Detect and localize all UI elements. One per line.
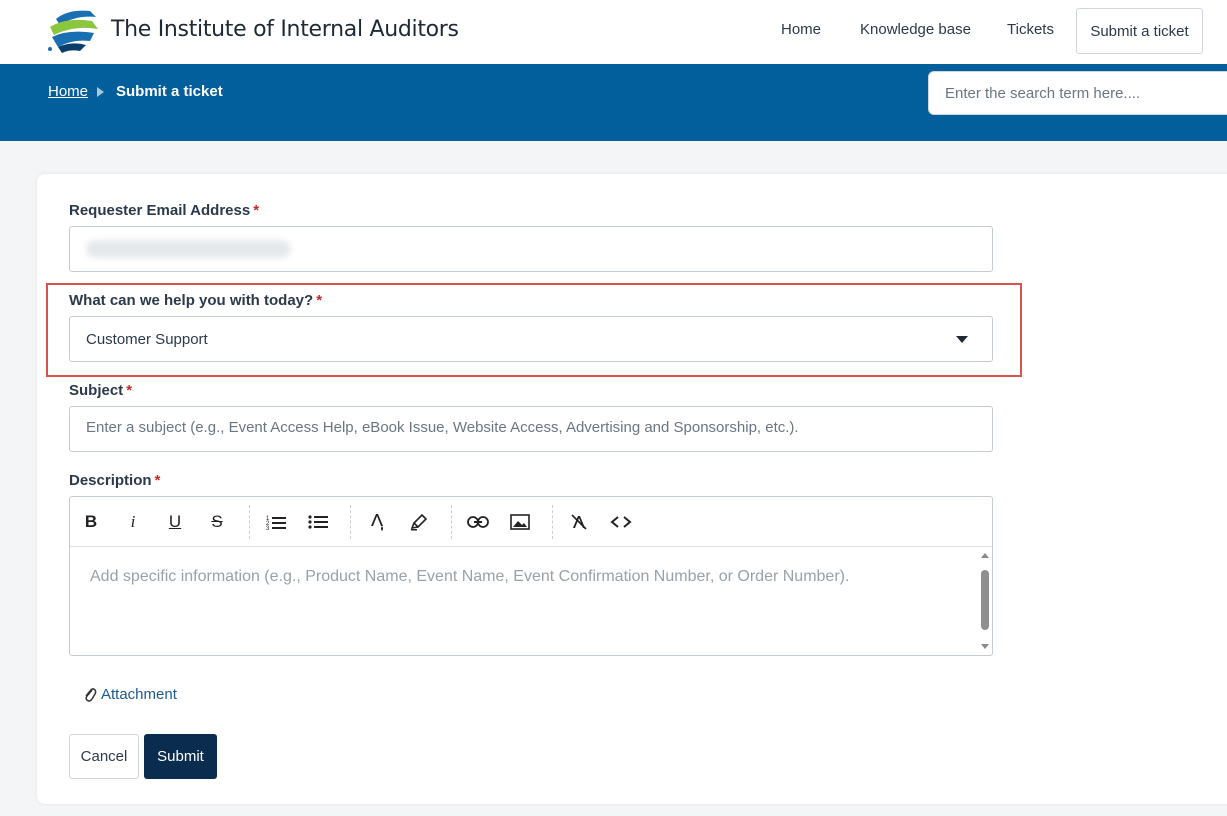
submit-button[interactable]: Submit (144, 734, 217, 779)
subject-label: Subject * (69, 382, 132, 399)
highlighter-icon[interactable] (406, 509, 432, 535)
code-view-icon[interactable] (608, 509, 634, 535)
brand-name[interactable]: The Institute of Internal Auditors (111, 17, 459, 42)
ordered-list-icon[interactable]: 123 (263, 509, 289, 535)
email-value-redacted (86, 240, 291, 258)
breadcrumb-band: Home Submit a ticket (0, 64, 1227, 141)
subject-label-text: Subject (69, 382, 124, 399)
editor-scrollbar[interactable] (978, 548, 992, 655)
required-mark: * (316, 292, 323, 309)
email-field[interactable] (69, 226, 993, 272)
clear-format-icon[interactable] (566, 509, 592, 535)
toolbar-divider (350, 505, 351, 539)
scroll-down-arrow-icon[interactable] (981, 644, 989, 649)
breadcrumb-chevron-icon (97, 87, 104, 97)
breadcrumb-current: Submit a ticket (116, 83, 223, 100)
nav-knowledge-base-link[interactable]: Knowledge base (860, 21, 971, 38)
nav-submit-ticket-button[interactable]: Submit a ticket (1076, 8, 1203, 54)
top-header: The Institute of Internal Auditors Home … (0, 0, 1227, 64)
help-topic-selected-value: Customer Support (86, 331, 208, 348)
nav-tickets-link[interactable]: Tickets (1007, 21, 1054, 38)
svg-text:3: 3 (266, 526, 270, 530)
description-label: Description * (69, 472, 160, 489)
cancel-button[interactable]: Cancel (69, 734, 139, 779)
required-mark: * (154, 472, 161, 489)
search-input[interactable] (928, 71, 1227, 115)
help-topic-label-text: What can we help you with today? (69, 292, 314, 309)
scroll-thumb[interactable] (981, 570, 989, 630)
email-label: Requester Email Address * (69, 202, 259, 219)
paperclip-icon (85, 687, 97, 702)
bullet-list-icon[interactable] (305, 509, 331, 535)
breadcrumb-home-link[interactable]: Home (48, 83, 88, 100)
italic-icon[interactable]: i (120, 509, 146, 535)
strikethrough-icon[interactable]: S (204, 509, 230, 535)
description-editor: B i U S 123 (69, 496, 993, 656)
underline-icon[interactable]: U (162, 509, 188, 535)
description-label-text: Description (69, 472, 152, 489)
toolbar-divider (249, 505, 250, 539)
help-topic-select[interactable]: Customer Support (69, 316, 993, 362)
subject-field (69, 406, 993, 452)
attachment-link[interactable]: Attachment (83, 686, 177, 703)
image-icon[interactable] (507, 509, 533, 535)
help-topic-label: What can we help you with today? * (69, 292, 322, 309)
nav-home-link[interactable]: Home (781, 21, 821, 38)
editor-toolbar: B i U S 123 (70, 497, 992, 547)
chevron-down-icon (956, 336, 968, 343)
description-textarea[interactable] (70, 548, 978, 655)
description-text-area (70, 548, 992, 655)
required-mark: * (253, 202, 260, 219)
toolbar-divider (552, 505, 553, 539)
iia-logo-icon[interactable] (46, 5, 104, 55)
font-color-icon[interactable] (364, 509, 390, 535)
email-label-text: Requester Email Address (69, 202, 251, 219)
bold-icon[interactable]: B (78, 509, 104, 535)
toolbar-divider (451, 505, 452, 539)
ticket-form-card: Requester Email Address * What can we hel… (37, 174, 1227, 804)
link-icon[interactable] (465, 509, 491, 535)
required-mark: * (126, 382, 133, 399)
attachment-label: Attachment (101, 686, 177, 703)
scroll-up-arrow-icon[interactable] (981, 553, 989, 558)
subject-input[interactable] (86, 419, 966, 436)
